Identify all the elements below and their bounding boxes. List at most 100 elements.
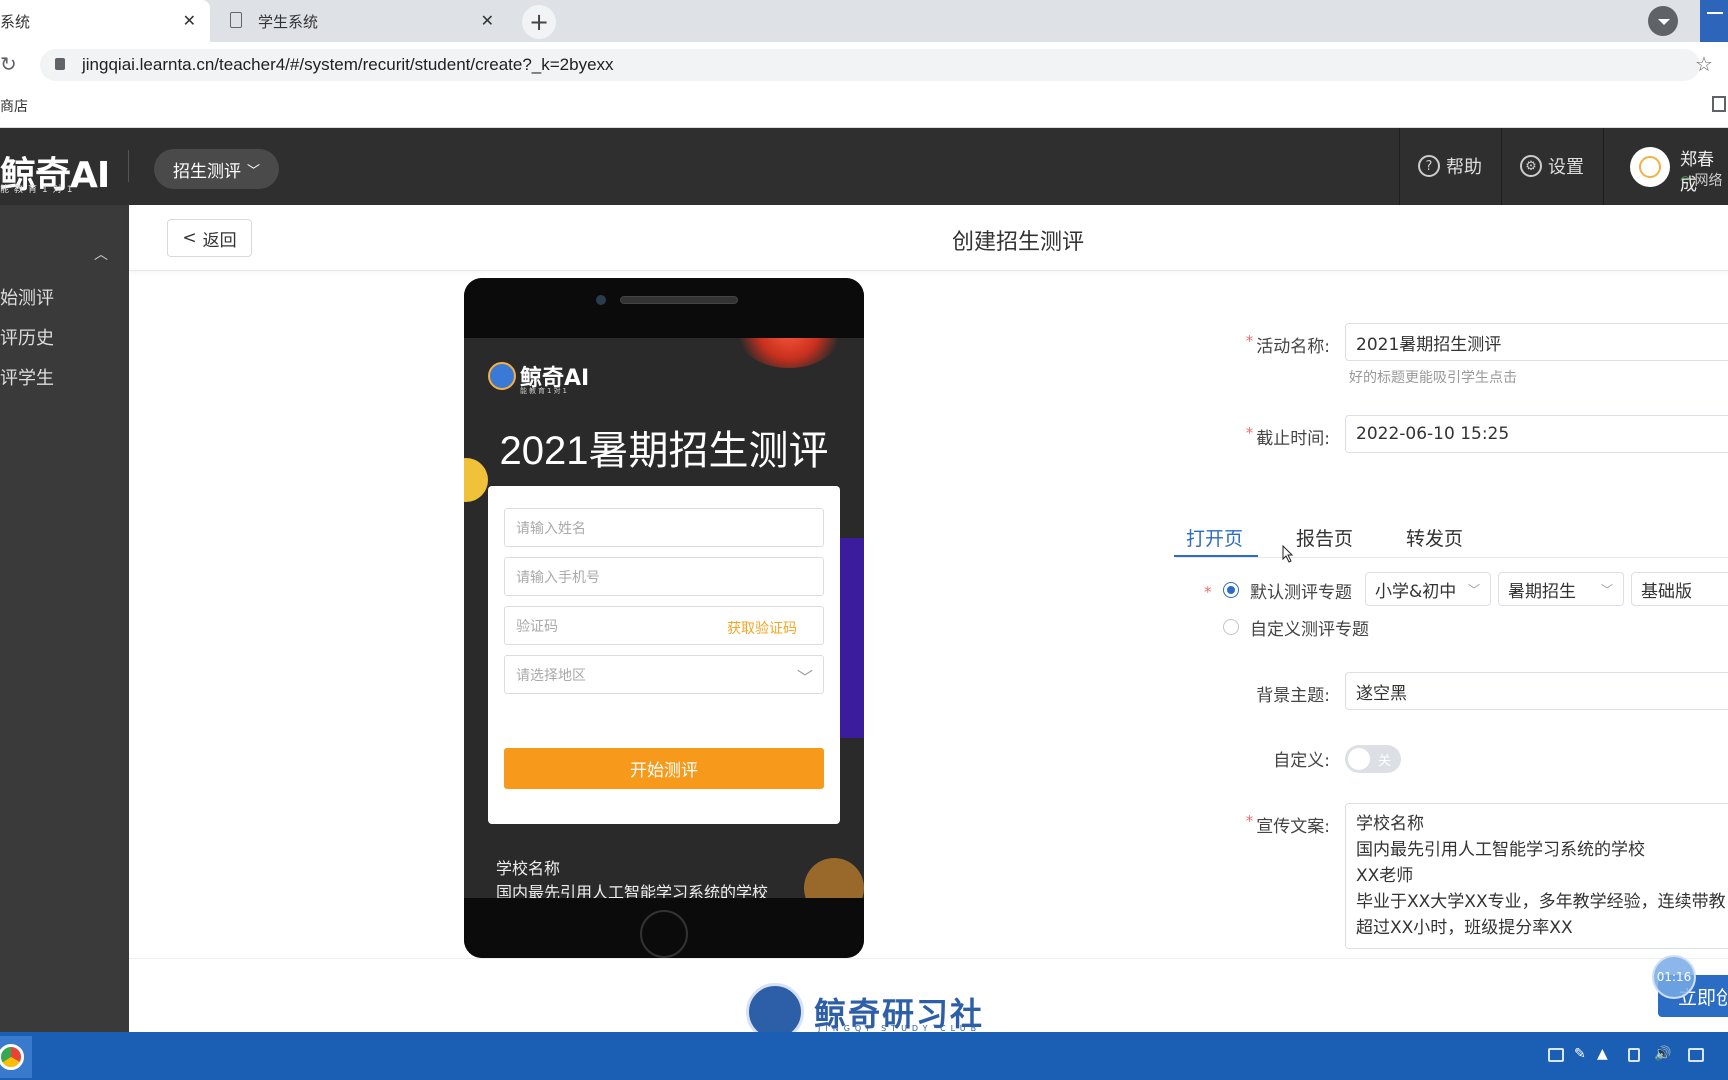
settings-button[interactable]: ⚙ 设置: [1520, 153, 1584, 179]
decor-blob: [734, 338, 844, 368]
url-text[interactable]: jingqiai.learnta.cn/teacher4/#/system/re…: [82, 55, 614, 75]
chevron-left-icon: <: [182, 228, 197, 248]
custom-label: 自定义:: [1273, 751, 1330, 771]
preview-form-card: 请输入姓名 请输入手机号 验证码 获取验证码 请选择地区 ﹀ 开始测评: [488, 486, 840, 824]
chevron-down-icon: ﹀: [1467, 582, 1480, 597]
season-select[interactable]: 暑期招生 ﹀: [1498, 572, 1624, 606]
header-separator: [1603, 128, 1604, 205]
required-mark: *: [1245, 424, 1254, 442]
promo-label: * 宣传文案:: [1245, 812, 1330, 837]
level-select[interactable]: 基础版: [1631, 572, 1728, 606]
phone-preview: 鲸奇AI 能教育1对1 2021暑期招生测评 请输入姓名 请输入手机号 验证码 …: [464, 278, 864, 958]
code-placeholder: 验证码: [516, 618, 558, 635]
level-select-value: 基础版: [1641, 581, 1692, 602]
chrome-taskbar-icon[interactable]: [0, 1036, 32, 1078]
get-code-link: 获取验证码: [727, 621, 797, 637]
browser-tab-inactive[interactable]: 学生系统 ✕: [218, 0, 508, 42]
wifi-icon: ◠: [1680, 173, 1691, 187]
reading-list-icon[interactable]: [1712, 96, 1726, 112]
browser-tab-active[interactable]: 系统 ✕: [0, 0, 210, 42]
page-header: [129, 205, 1728, 271]
tab-report-page[interactable]: 报告页: [1296, 524, 1353, 551]
grade-select[interactable]: 小学&初中 ﹀: [1365, 572, 1491, 606]
theme-select[interactable]: 遂空黑: [1345, 672, 1728, 710]
bookmark-star-icon[interactable]: ☆: [1695, 52, 1713, 76]
help-button[interactable]: ? 帮助: [1418, 153, 1482, 179]
chevron-up-icon[interactable]: ︿: [94, 244, 108, 264]
sidebar-item-assessment-history[interactable]: 评历史: [0, 324, 54, 350]
chevron-down-icon: ﹀: [246, 163, 260, 179]
app-logo-subtitle: 能教育1对1: [0, 185, 78, 195]
phone-top-bezel: [464, 278, 864, 338]
close-icon[interactable]: ✕: [183, 11, 196, 30]
activity-name-input[interactable]: 2021暑期招生测评: [1345, 323, 1728, 361]
minimize-button[interactable]: [1700, 0, 1728, 42]
pen-icon[interactable]: ✎: [1574, 1046, 1586, 1062]
recording-timer[interactable]: 01:16: [1652, 955, 1696, 999]
module-switcher-button[interactable]: 招生测评 ﹀: [154, 149, 279, 189]
promo-textarea[interactable]: 学校名称 国内最先引用人工智能学习系统的学校 XX老师 毕业于XX大学XX专业，…: [1345, 803, 1728, 949]
topic-custom-radio[interactable]: [1223, 619, 1239, 635]
back-button[interactable]: < 返回: [167, 219, 252, 257]
promo-line: XX老师: [1356, 866, 1414, 886]
tab-open-page[interactable]: 打开页: [1186, 524, 1243, 551]
profile-menu-icon[interactable]: [1648, 6, 1678, 36]
required-mark: *: [1245, 332, 1254, 350]
promo-line: 国内最先引用人工智能学习系统的学校: [1356, 840, 1645, 860]
preview-footer-school: 学校名称: [496, 859, 561, 878]
promo-line: 超过XX小时，班级提分率XX: [1356, 918, 1573, 938]
sidebar-item-assessment-students[interactable]: 评学生: [0, 364, 54, 390]
avatar[interactable]: [1630, 147, 1670, 187]
reload-icon[interactable]: ↻: [0, 52, 17, 76]
user-icon: [1639, 156, 1661, 178]
chevron-up-icon[interactable]: ▲: [1597, 1046, 1608, 1062]
deadline-label: * 截止时间:: [1245, 424, 1330, 449]
preview-logo-subtitle: 能教育1对1: [520, 387, 569, 395]
chrome-icon: [0, 1044, 24, 1070]
phone-bottom-bezel: [464, 898, 864, 958]
page-title: 创建招生测评: [952, 230, 1085, 255]
preview-code-input: 验证码 获取验证码: [504, 606, 824, 645]
module-label: 招生测评: [172, 161, 241, 182]
help-label: 帮助: [1446, 157, 1482, 178]
network-label: 网络: [1694, 173, 1723, 189]
tab-share-page[interactable]: 转发页: [1406, 524, 1463, 551]
user-status: ◠ 网络: [1680, 170, 1722, 190]
promo-line: 毕业于XX大学XX专业，多年教学经验，连续带教: [1356, 892, 1726, 912]
home-button-icon: [640, 910, 688, 958]
preview-phone-input: 请输入手机号: [504, 557, 824, 596]
region-placeholder: 请选择地区: [516, 667, 586, 684]
camera-icon: [596, 295, 606, 305]
toggle-knob: [1348, 748, 1370, 770]
custom-toggle[interactable]: 关: [1345, 745, 1401, 773]
header-separator: [1399, 128, 1400, 205]
speaker-grille: [620, 296, 738, 304]
header-separator: [1501, 128, 1502, 205]
required-mark: *: [1204, 583, 1212, 601]
bookmarks-bar: [0, 88, 1728, 128]
tab-label: 学生系统: [258, 12, 319, 31]
sidebar-item-start-assessment[interactable]: 始测评: [0, 284, 54, 310]
close-icon[interactable]: ✕: [481, 11, 494, 30]
required-mark: *: [1245, 812, 1254, 830]
phone-screen: 鲸奇AI 能教育1对1 2021暑期招生测评 请输入姓名 请输入手机号 验证码 …: [464, 338, 864, 898]
grade-select-value: 小学&初中: [1375, 581, 1457, 602]
active-tab-indicator: [1174, 555, 1258, 557]
bookmark-item[interactable]: 商店: [0, 96, 28, 116]
settings-label: 设置: [1548, 157, 1584, 178]
new-tab-button[interactable]: +: [522, 5, 556, 39]
question-icon: ?: [1418, 155, 1440, 177]
keyboard-icon[interactable]: [1548, 1048, 1564, 1062]
lock-icon: [55, 58, 65, 70]
battery-icon[interactable]: [1628, 1048, 1640, 1062]
topic-default-label[interactable]: 默认测评专题: [1250, 578, 1352, 603]
network-icon[interactable]: [1688, 1048, 1704, 1062]
deadline-input[interactable]: 2022-06-10 15:25: [1345, 415, 1728, 453]
activity-name-hint: 好的标题更能吸引学生点击: [1349, 370, 1517, 386]
back-label: 返回: [202, 230, 237, 251]
volume-icon[interactable]: 🔊: [1654, 1046, 1671, 1062]
topic-default-radio[interactable]: [1223, 582, 1239, 598]
topic-custom-label[interactable]: 自定义测评专题: [1250, 615, 1369, 640]
preview-title: 2021暑期招生测评: [499, 429, 829, 473]
document-icon: [230, 12, 242, 28]
